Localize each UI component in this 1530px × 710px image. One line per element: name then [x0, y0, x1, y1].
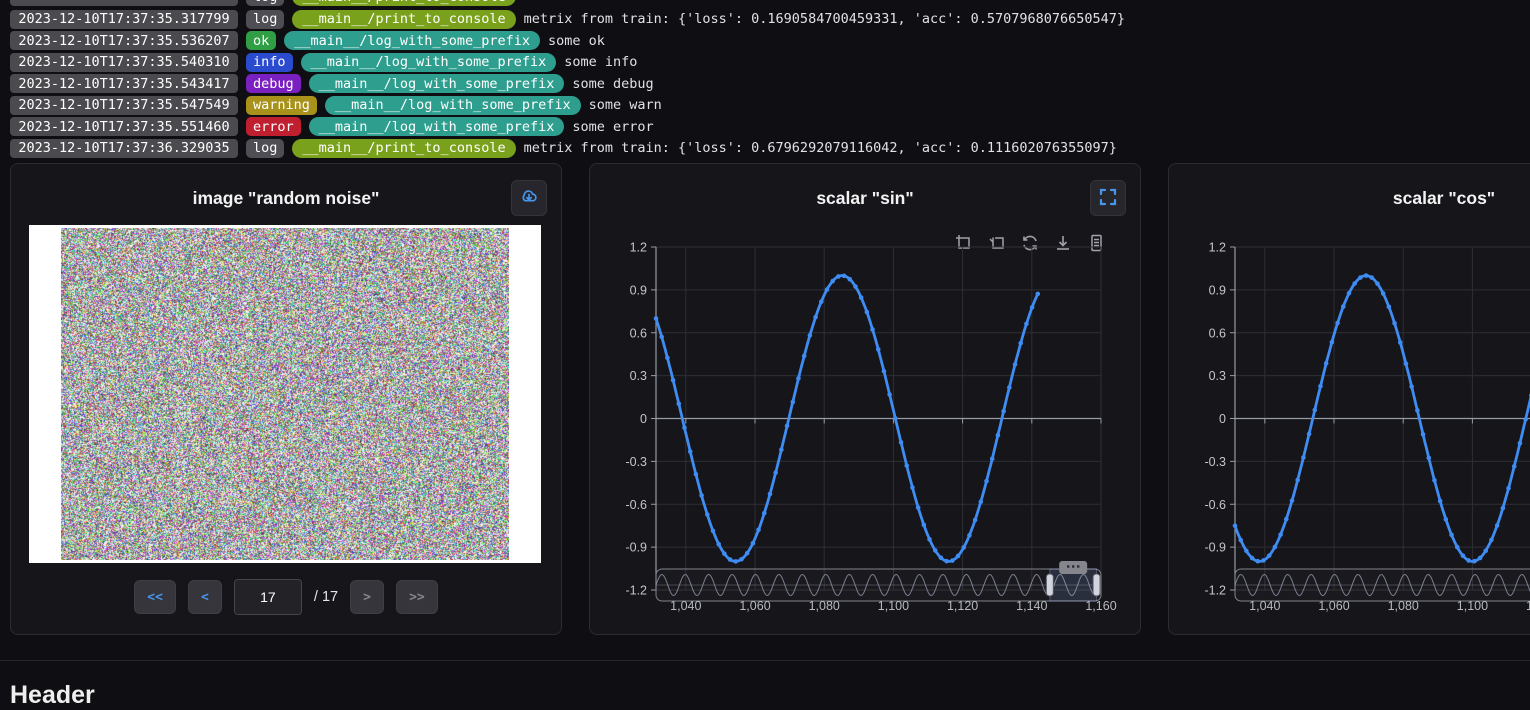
y-axis-tick-label: 0.9 [1209, 283, 1226, 297]
x-axis-tick-label: 1,100 [1457, 599, 1488, 613]
image-pagination: << < / 17 > >> [11, 579, 561, 615]
sin-fullscreen-button[interactable] [1090, 180, 1126, 216]
slider-handle-right[interactable] [1093, 574, 1100, 596]
first-page-button[interactable]: << [134, 580, 176, 614]
cloud-download-icon [518, 186, 540, 211]
log-message: some ok [548, 33, 605, 49]
y-axis-tick-label: -0.9 [625, 541, 647, 555]
log-row: 2023-12-10T17:37:35.543417 debug __main__/… [10, 74, 654, 94]
scalar-cos-card: scalar "cos" 1.2 0.9 0.6 0.3 0 -0.3 -0.6 -0.9 -1… [1168, 163, 1530, 635]
x-axis-tick-label: 1,060 [1318, 599, 1349, 613]
log-source-badge: __main__/print_to_console [292, 0, 515, 6]
log-level-badge: info [246, 53, 293, 72]
random-noise-image [61, 228, 509, 560]
bottom-section-heading: Header [10, 681, 95, 710]
image-card-title: image "random noise" [11, 188, 561, 209]
sin-line-chart[interactable]: 1.2 0.9 0.6 0.3 0 -0.3 -0.6 -0.9 -1.2 1,040 1,060 1… [590, 224, 1142, 624]
log-timestamp: 2023-12-10T17:37:35.540310 [10, 53, 238, 72]
y-axis-tick-label: 0.9 [630, 283, 647, 297]
y-axis-tick-label: -0.3 [1204, 455, 1226, 469]
y-axis-tick-label: 0.3 [1209, 369, 1226, 383]
image-download-button[interactable] [511, 180, 547, 216]
log-timestamp: 2023-12-10T17:37:35.547549 [10, 96, 238, 115]
log-row: 2023-12-10T17:37:35.540310 info __main__/l… [10, 52, 637, 72]
log-source-badge: __main__/log_with_some_prefix [325, 96, 581, 115]
scalar-sin-card: scalar "sin" 1.2 0.9 0.6 0.3 0 -0.3 -0.6 -0.9 -1… [589, 163, 1141, 635]
y-axis-tick-label: -0.6 [625, 498, 647, 512]
log-message: some debug [572, 76, 653, 92]
x-axis-tick-label: 1,040 [1249, 599, 1280, 613]
y-axis-tick-label: -0.3 [625, 455, 647, 469]
next-page-button[interactable]: > [350, 580, 384, 614]
x-axis-tick-label: 1,080 [809, 599, 840, 613]
y-axis-tick-label: 1.2 [1209, 241, 1226, 255]
log-source-badge: __main__/print_to_console [292, 139, 515, 158]
y-axis-tick-label: 1.2 [630, 241, 647, 255]
log-message: metrix from train: {'loss': 0.1690584700… [524, 11, 1125, 27]
cos-card-title: scalar "cos" [1169, 188, 1530, 209]
log-timestamp: 2023-12-10T17:37:35.543417 [10, 74, 238, 93]
log-level-badge: log [246, 10, 284, 29]
log-source-badge: __main__/log_with_some_prefix [309, 74, 565, 93]
x-axis-tick-label: 1,080 [1388, 599, 1419, 613]
sin-card-title: scalar "sin" [590, 188, 1140, 209]
x-axis-tick-label: 1,140 [1016, 599, 1047, 613]
y-axis-tick-label: -1.2 [625, 584, 647, 598]
log-timestamp: 2023-12-10T17:37:35.317799 [10, 10, 238, 29]
prev-page-button[interactable]: < [188, 580, 222, 614]
log-timestamp [10, 0, 238, 6]
log-timestamp: 2023-12-10T17:37:36.329035 [10, 139, 238, 158]
cards-row: image "random noise" << < / 17 > >> scal… [10, 163, 1530, 635]
x-axis-tick-label: 1,120 [947, 599, 978, 613]
log-console: log__main__/print_to_console2023-12-10T1… [0, 0, 1530, 160]
log-level-badge: error [246, 117, 301, 136]
y-axis-tick-label: 0.6 [1209, 326, 1226, 340]
log-row: 2023-12-10T17:37:35.551460 error __main__/… [10, 117, 654, 137]
log-message: some error [572, 119, 653, 135]
x-axis-tick-label: 1,120 [1526, 599, 1530, 613]
section-divider [0, 660, 1530, 661]
last-page-button[interactable]: >> [396, 580, 438, 614]
log-row: log __main__/print_to_console [10, 0, 524, 7]
log-level-badge: log [246, 0, 284, 6]
y-axis-tick-label: 0.3 [630, 369, 647, 383]
log-message: some info [564, 54, 637, 70]
page-total-label: / 17 [314, 589, 338, 605]
log-message: metrix from train: {'loss': 0.6796292079… [524, 140, 1117, 156]
log-timestamp: 2023-12-10T17:37:35.536207 [10, 31, 238, 50]
log-level-badge: log [246, 139, 284, 158]
log-level-badge: ok [246, 31, 276, 50]
log-row: 2023-12-10T17:37:35.536207 ok __main__/log… [10, 31, 605, 51]
log-source-badge: __main__/print_to_console [292, 10, 515, 29]
x-axis-tick-label: 1,100 [878, 599, 909, 613]
y-axis-tick-label: -0.6 [1204, 498, 1226, 512]
log-source-badge: __main__/log_with_some_prefix [284, 31, 540, 50]
log-row: 2023-12-10T17:37:35.547549 warning __main_… [10, 95, 662, 115]
log-message: some warn [589, 97, 662, 113]
noise-image-frame [29, 225, 541, 563]
y-axis-tick-label: -1.2 [1204, 584, 1226, 598]
log-source-badge: __main__/log_with_some_prefix [309, 117, 565, 136]
x-axis-tick-label: 1,060 [739, 599, 770, 613]
image-card: image "random noise" << < / 17 > >> [10, 163, 562, 635]
fullscreen-icon [1099, 188, 1117, 209]
slider-handle-left[interactable] [1046, 574, 1053, 596]
log-level-badge: warning [246, 96, 317, 115]
log-source-badge: __main__/log_with_some_prefix [301, 53, 557, 72]
log-level-badge: debug [246, 74, 301, 93]
cos-line-chart[interactable]: 1.2 0.9 0.6 0.3 0 -0.3 -0.6 -0.9 -1.2 1,040 1,060 1… [1169, 224, 1530, 624]
x-axis-tick-label: 1,040 [670, 599, 701, 613]
y-axis-tick-label: -0.9 [1204, 541, 1226, 555]
log-row: 2023-12-10T17:37:36.329035 log __main__/pr… [10, 138, 1117, 158]
y-axis-tick-label: 0 [1219, 412, 1226, 426]
log-row: 2023-12-10T17:37:35.317799 log __main__/pr… [10, 9, 1125, 29]
y-axis-tick-label: 0 [640, 412, 647, 426]
y-axis-tick-label: 0.6 [630, 326, 647, 340]
x-axis-tick-label: 1,160 [1085, 599, 1116, 613]
page-number-input[interactable] [234, 579, 302, 615]
log-timestamp: 2023-12-10T17:37:35.551460 [10, 117, 238, 136]
